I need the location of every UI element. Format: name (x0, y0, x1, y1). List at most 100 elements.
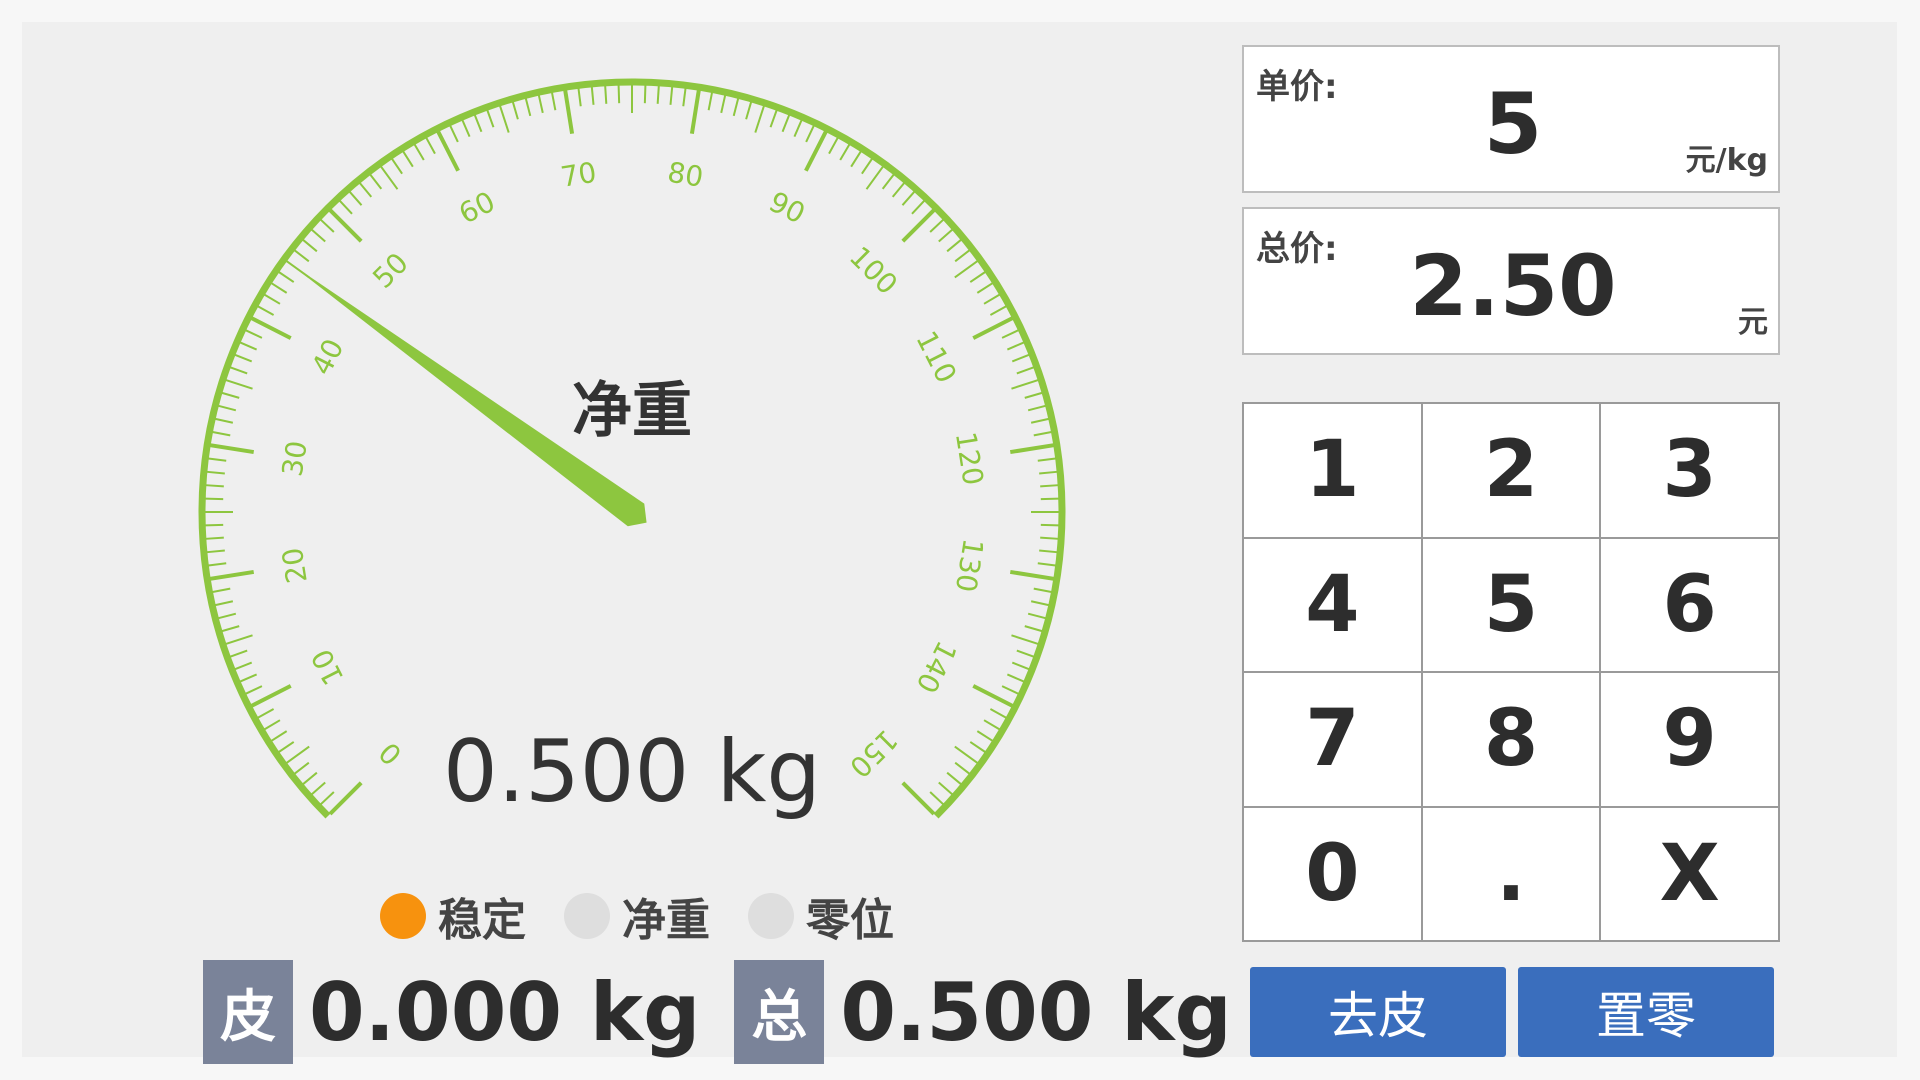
gauge-tick (499, 105, 510, 133)
total-weight-value: 0.500 kg (840, 965, 1232, 1059)
gauge-tick (205, 536, 224, 540)
total-price-value: 2.50 (1409, 237, 1617, 335)
gauge-tick (449, 125, 459, 143)
indicator-net: 净重 (564, 884, 710, 948)
gauge-tick-label: 80 (665, 156, 705, 194)
gauge-tick (205, 523, 224, 527)
gauge-tick (1016, 649, 1035, 658)
gauge-tick (793, 119, 803, 138)
gauge-tick-label: 70 (558, 156, 598, 194)
gauge-tick (732, 98, 740, 117)
gauge-tick (511, 101, 519, 120)
gauge-tick (1040, 484, 1059, 488)
gauge-tick (617, 85, 621, 104)
gauge-tick (215, 600, 234, 607)
gauge-tick (1040, 523, 1059, 527)
gauge-tick (861, 158, 873, 175)
gauge-tick (954, 260, 979, 279)
gauge-tick (413, 143, 425, 161)
key-clear[interactable]: X (1601, 807, 1778, 940)
gauge-tick (881, 173, 895, 190)
gauge-tick (781, 114, 791, 133)
key-3[interactable]: 3 (1601, 404, 1778, 537)
gauge-tick (225, 634, 253, 645)
gauge-tick (1011, 353, 1030, 363)
gauge-tick-label: 10 (305, 644, 351, 691)
gauge-tick (938, 228, 953, 243)
gauge-title: 净重 (572, 376, 692, 446)
numeric-keypad: 1 2 3 4 5 6 7 8 9 0 . X (1242, 402, 1780, 942)
gauge-tick (402, 150, 414, 168)
gauge-tick (983, 293, 1001, 305)
gauge-tick (348, 191, 363, 206)
gauge-tick (707, 92, 713, 111)
gauge-tick (1027, 612, 1046, 620)
gauge-tick (656, 85, 660, 104)
net-weight-reading: 0.500 kg (443, 722, 821, 822)
zero-button[interactable]: 置零 (1518, 967, 1774, 1057)
gauge-tick (1009, 569, 1055, 581)
gauge-tick (328, 208, 363, 243)
gauge-tick (989, 708, 1007, 719)
unit-price-box[interactable]: 单价: 5 元/kg (1242, 45, 1780, 193)
total-price-box: 总价: 2.50 元 (1242, 207, 1780, 355)
gauge-tick (911, 200, 926, 215)
gauge-tick (245, 329, 263, 339)
gauge-tick (1011, 634, 1039, 645)
gauge-tick (425, 137, 436, 155)
status-indicators: 稳定 净重 零位 (380, 884, 932, 948)
gauge-tick (850, 150, 862, 168)
gauge-tick (604, 85, 608, 104)
key-5[interactable]: 5 (1422, 538, 1600, 671)
gauge-tick (754, 105, 765, 133)
gauge-tick (1006, 341, 1025, 351)
indicator-zero: 零位 (748, 884, 894, 948)
indicator-zero-label: 零位 (806, 895, 894, 946)
key-4[interactable]: 4 (1244, 538, 1421, 671)
weights-row: 皮 0.000 kg 总 0.500 kg (203, 960, 1266, 1064)
gauge-tick (946, 239, 962, 253)
key-7[interactable]: 7 (1244, 673, 1421, 806)
unit-price-unit: 元/kg (1685, 143, 1768, 178)
key-6[interactable]: 6 (1601, 538, 1778, 671)
gauge-tick (1033, 587, 1052, 593)
gauge-tick (234, 661, 253, 671)
gauge-tick (551, 92, 557, 111)
gauge-tick (524, 98, 532, 117)
weight-gauge: 0 10 20 30 40 50 60 70 80 90 100 110 120 130 140 150 净重… (172, 52, 1092, 852)
gauge-tick-label: 60 (454, 185, 501, 231)
key-0[interactable]: 0 (1244, 807, 1421, 940)
gauge-arc (198, 78, 1066, 819)
tare-button[interactable]: 去皮 (1250, 967, 1506, 1057)
gauge-tick (302, 239, 318, 253)
gauge-tick (865, 165, 884, 190)
gauge-tick (769, 109, 778, 128)
gauge-tick (278, 271, 295, 283)
key-1[interactable]: 1 (1244, 404, 1421, 537)
gauge-tick (391, 158, 403, 175)
gauge-tick (1006, 673, 1025, 683)
gauge-tick (1011, 661, 1030, 671)
gauge-tick (1037, 457, 1056, 462)
key-2[interactable]: 2 (1422, 404, 1600, 537)
gauge-tick (221, 625, 240, 633)
gauge-tick (234, 353, 253, 363)
gauge-tick (805, 125, 815, 143)
gauge-tick (1040, 497, 1059, 501)
gauge-tick (1001, 685, 1019, 695)
gauge-tick (901, 208, 936, 243)
gauge-tick (1024, 625, 1043, 633)
gauge-tick (473, 114, 483, 133)
key-decimal[interactable]: . (1422, 807, 1600, 940)
key-8[interactable]: 8 (1422, 673, 1600, 806)
gauge-tick (320, 218, 335, 233)
gauge-tick (212, 587, 231, 593)
zero-dot-icon (748, 893, 794, 939)
gauge-tick (205, 497, 224, 501)
gauge-tick (257, 305, 275, 316)
indicator-stable: 稳定 (380, 884, 526, 948)
gauge-tick (311, 228, 326, 243)
key-9[interactable]: 9 (1601, 673, 1778, 806)
gauge-tick (929, 218, 944, 233)
gauge-tick (239, 341, 258, 351)
